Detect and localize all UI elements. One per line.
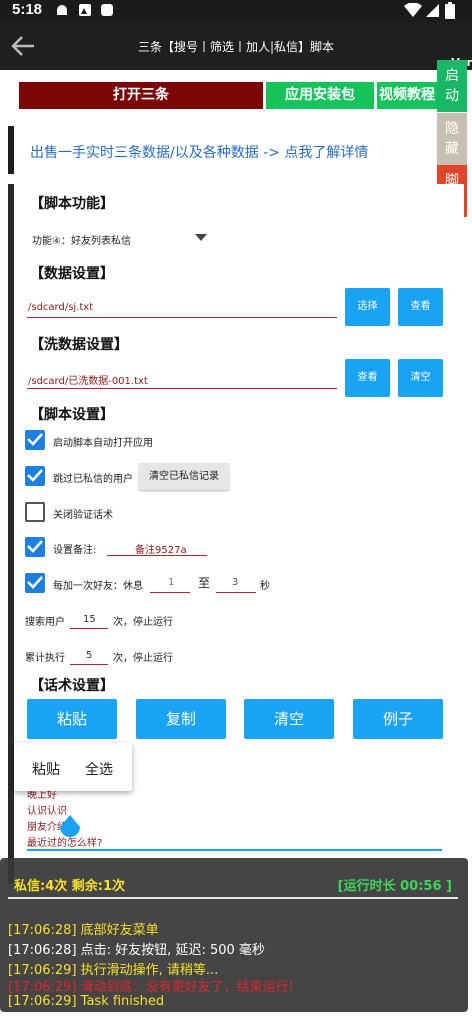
side-tab-hide-label: 隐 藏 <box>445 121 459 157</box>
open-santiao-button[interactable]: 打开三条 <box>19 82 263 109</box>
set-note-checkbox[interactable] <box>25 537 45 557</box>
log-line: [17:06:29] Task finished <box>8 994 165 1009</box>
side-tab-start[interactable]: 启 动 <box>437 60 467 112</box>
dropdown-arrow-icon[interactable] <box>195 234 207 241</box>
wifi-icon <box>404 3 422 17</box>
script-function-header: 【脚本功能】 <box>30 196 114 212</box>
promo-banner-text: 出售一手实时三条数据/以及各种数据 -> 点我了解详情 <box>30 145 369 161</box>
app-title: 三条【搜号丨筛选丨加人|私信】脚本 <box>137 40 335 54</box>
copy-button[interactable]: 复制 <box>136 699 226 739</box>
set-note-label: 设置备注: <box>53 545 97 556</box>
paste-button[interactable]: 粘贴 <box>27 699 117 739</box>
auto-open-label: 启动脚本自动打开应用 <box>53 438 153 449</box>
close-verify-checkbox[interactable] <box>25 502 45 522</box>
note-input-underline <box>107 555 207 556</box>
wash-settings-header: 【洗数据设置】 <box>30 337 128 353</box>
cumulative-label: 累计执行 <box>25 653 65 664</box>
text-cursor-handle-icon[interactable] <box>59 815 81 843</box>
clear-button[interactable]: 清空 <box>244 699 334 739</box>
status-bar: 5:18 <box>0 0 472 22</box>
view-wash-button[interactable]: 查看 <box>345 359 390 397</box>
wash-path-field[interactable]: /sdcard/已洗数据-001.txt <box>28 372 148 387</box>
script-text-header: 【话术设置】 <box>30 678 114 694</box>
log-divider <box>8 897 458 899</box>
cumulative-underline <box>70 664 108 665</box>
rest-label: 每加一次好友：休息 <box>53 581 143 592</box>
rest-checkbox[interactable] <box>25 573 45 593</box>
android-icon <box>57 5 67 15</box>
choose-data-button[interactable]: 选择 <box>345 288 390 326</box>
rest-unit-label: 秒 <box>260 581 270 592</box>
cumulative-suffix: 次，停止运行 <box>113 653 173 664</box>
rest-to-label: 至 <box>198 576 211 590</box>
side-tab-start-label: 启 动 <box>445 68 459 104</box>
cumulative-input[interactable]: 5 <box>86 650 92 661</box>
skip-messaged-label: 跳过已私信的用户 <box>53 474 133 485</box>
auto-open-checkbox[interactable] <box>25 430 45 450</box>
check-icon <box>27 469 43 482</box>
side-tab-hide[interactable]: 隐 藏 <box>437 113 467 165</box>
rest-to-input[interactable]: 3 <box>232 577 238 588</box>
data-path-underline <box>27 317 337 318</box>
function-select-value[interactable]: 功能④：好友列表私信 <box>32 232 131 247</box>
menu-item-paste[interactable]: 粘贴 <box>32 759 60 779</box>
search-users-suffix: 次，停止运行 <box>113 617 173 628</box>
battery-icon <box>445 2 455 19</box>
status-time: 5:18 <box>12 1 43 18</box>
search-users-label: 搜索用户 <box>25 617 65 628</box>
log-line: [17:06:29] 滑动到底：没有更好友了，结束运行! <box>8 980 294 995</box>
signal-icon <box>426 4 439 17</box>
app-bar: 三条【搜号丨筛选丨加人|私信】脚本 Ver <box>0 22 472 70</box>
check-icon <box>27 433 43 446</box>
data-settings-header: 【数据设置】 <box>30 266 114 282</box>
promo-banner[interactable]: 出售一手实时三条数据/以及各种数据 -> 点我了解详情 <box>8 126 428 174</box>
skip-messaged-checkbox[interactable] <box>25 466 45 486</box>
log-summary: 私信:4次 剩余:1次 <box>14 879 126 894</box>
note-input[interactable]: 备注9527a <box>135 541 187 556</box>
search-users-input[interactable]: 15 <box>83 614 96 625</box>
check-icon <box>27 540 43 553</box>
search-users-underline <box>70 628 108 629</box>
app-notification-icon <box>101 4 113 16</box>
video-tutorial-button[interactable]: 视频教程 <box>377 82 437 109</box>
view-data-button[interactable]: 查看 <box>398 288 443 326</box>
photo-icon <box>79 4 91 16</box>
log-line: [17:06:28] 底部好友菜单 <box>8 923 159 938</box>
check-icon <box>27 576 43 589</box>
log-line: [17:06:28] 点击: 好友按钮, 延迟: 500 毫秒 <box>8 943 265 958</box>
clear-messaged-button[interactable]: 清空已私信记录 <box>139 463 229 490</box>
paste-context-menu: 粘贴 全选 <box>14 743 132 791</box>
clear-wash-button[interactable]: 清空 <box>398 359 443 397</box>
script-settings-header: 【脚本设置】 <box>30 407 114 423</box>
menu-item-select-all[interactable]: 全选 <box>85 759 113 779</box>
example-button[interactable]: 例子 <box>353 699 443 739</box>
log-overlay: 私信:4次 剩余:1次 [运行时长 00:56 ] [17:06:28] 底部好… <box>0 858 468 1012</box>
log-runtime: [运行时长 00:56 ] <box>337 879 452 894</box>
app-package-button[interactable]: 应用安装包 <box>266 82 374 109</box>
rest-from-underline <box>150 592 190 593</box>
script-textarea-underline <box>27 849 442 851</box>
rest-to-underline <box>216 592 256 593</box>
data-path-field[interactable]: /sdcard/sj.txt <box>28 302 93 313</box>
wash-path-underline <box>27 388 337 389</box>
rest-from-input[interactable]: 1 <box>168 577 174 588</box>
close-verify-label: 关闭验证话术 <box>53 510 113 521</box>
